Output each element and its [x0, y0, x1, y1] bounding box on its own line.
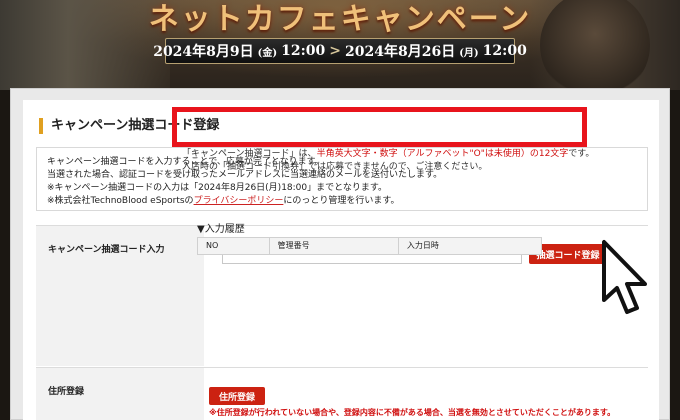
help-line: 「キャンペーン抽選コード」は、半角英大文字・数字（アルファベット"O"は未使用）… [182, 148, 602, 161]
history-col-entry-date: 入力日時 [406, 241, 439, 250]
notice-line: ※株式会社TechnoBlood eSportsのプライバシーポリシーにのっとり… [47, 195, 637, 208]
privacy-prefix: ※株式会社TechnoBlood eSportsの [47, 196, 194, 206]
end-weekday: (月) [459, 47, 479, 59]
start-date: 2024年8月9日 [153, 44, 254, 60]
start-weekday: (金) [257, 47, 278, 59]
code-input-label: キャンペーン抽選コード入力 [36, 226, 204, 366]
address-warning-text: ※住所登録が行われていない場合や、登録内容に不備がある場合、当選を無効とさせてい… [209, 408, 616, 417]
help-text-prefix: 「キャンペーン抽選コード」は、 [182, 149, 317, 159]
address-register-button[interactable]: 住所登録 [209, 387, 265, 405]
campaign-hero-banner: ネットカフェキャンペーン 2024年8月9日 (金) 12:00 > 2024年… [0, 0, 680, 90]
privacy-policy-link[interactable]: プライバシーポリシー [194, 196, 284, 206]
arrow-separator: > [329, 43, 341, 59]
help-text-format: 半角英大文字・数字（アルファベット"O"は未使用）の12文字 [316, 149, 569, 159]
section-title: キャンペーン抽選コード登録 [39, 118, 219, 134]
mouse-pointer-icon [602, 240, 647, 314]
history-col-management-no: 管理番号 [270, 238, 399, 254]
start-time: 12:00 [281, 43, 326, 59]
help-text-suffix: です。 [568, 149, 595, 159]
code-help-text: 「キャンペーン抽選コード」は、半角英大文字・数字（アルファベット"O"は未使用）… [182, 148, 602, 174]
history-table-header: NO 管理番号 入力日時 [197, 237, 542, 255]
campaign-title: ネットカフェキャンペーン [148, 2, 532, 37]
end-date: 2024年8月26日 [345, 44, 456, 60]
help-line: 入店時の「抽選コード引換券」では応募できませんので、ご注意ください。 [182, 162, 488, 172]
end-time: 12:00 [482, 43, 527, 59]
address-row-label: 住所登録 [36, 368, 204, 420]
campaign-period-banner: 2024年8月9日 (金) 12:00 > 2024年8月26日 (月) 12:… [153, 38, 527, 64]
privacy-suffix: にのっとり管理を行います。 [283, 196, 400, 206]
notice-line: ※キャンペーン抽選コードの入力は「2024年8月26日(月)18:00」までとな… [47, 183, 387, 193]
history-col-no: NO [198, 238, 270, 254]
history-heading: ▼入力履歴 [197, 224, 245, 235]
